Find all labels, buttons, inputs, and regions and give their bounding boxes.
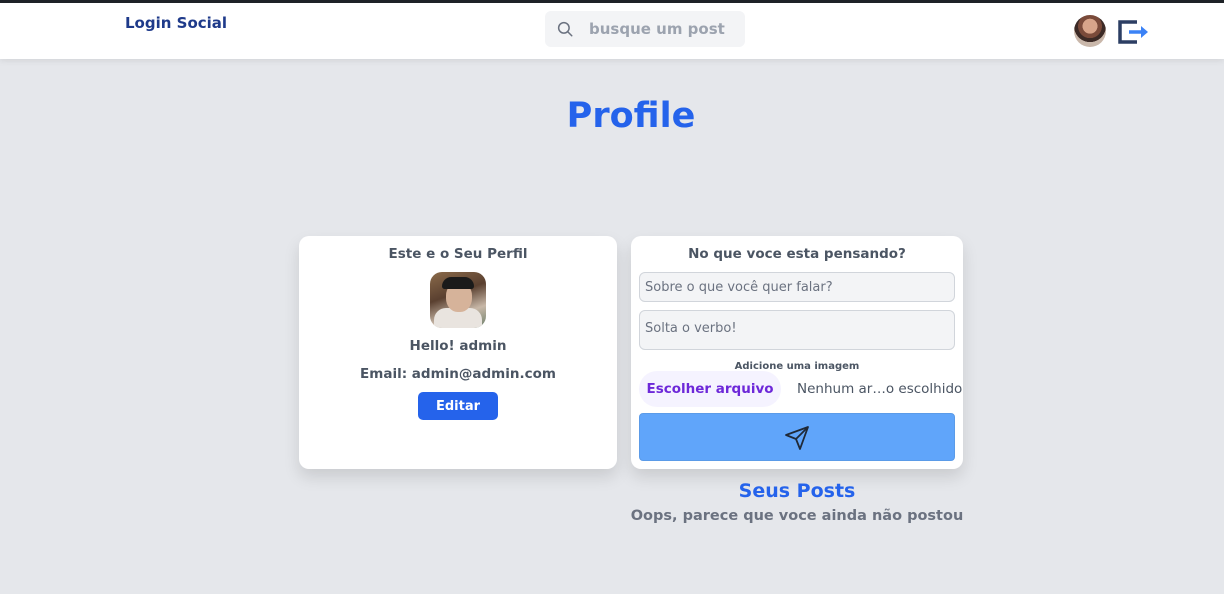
choose-file-button[interactable]: Escolher arquivo bbox=[639, 371, 781, 407]
new-post-card: No que voce esta pensando? Adicione uma … bbox=[631, 236, 963, 469]
search-input[interactable] bbox=[589, 17, 739, 41]
search-icon bbox=[557, 21, 573, 37]
search-box[interactable] bbox=[545, 11, 745, 47]
post-subject-input[interactable] bbox=[639, 272, 955, 302]
profile-card-heading: Este e o Seu Perfil bbox=[388, 246, 528, 262]
profile-greeting: Hello! admin bbox=[409, 338, 507, 354]
user-avatar[interactable] bbox=[1074, 15, 1106, 47]
profile-card: Este e o Seu Perfil Hello! admin Email: … bbox=[299, 236, 617, 469]
file-status-text: Nenhum ar…o escolhido bbox=[797, 381, 963, 397]
logout-icon[interactable] bbox=[1117, 19, 1151, 45]
brand-link[interactable]: Login Social bbox=[125, 14, 227, 32]
edit-profile-button[interactable]: Editar bbox=[418, 392, 498, 420]
paper-plane-icon bbox=[785, 426, 809, 450]
profile-avatar bbox=[430, 272, 486, 328]
new-post-heading: No que voce esta pensando? bbox=[688, 246, 906, 262]
page-title: Profile bbox=[566, 96, 696, 136]
profile-email: Email: admin@admin.com bbox=[360, 366, 556, 382]
send-post-button[interactable] bbox=[639, 413, 955, 461]
post-body-input[interactable] bbox=[639, 310, 955, 350]
posts-empty-message: Oops, parece que voce ainda não postou bbox=[630, 508, 964, 524]
posts-section-title: Seus Posts bbox=[738, 480, 856, 502]
navbar: Login Social bbox=[0, 3, 1224, 59]
